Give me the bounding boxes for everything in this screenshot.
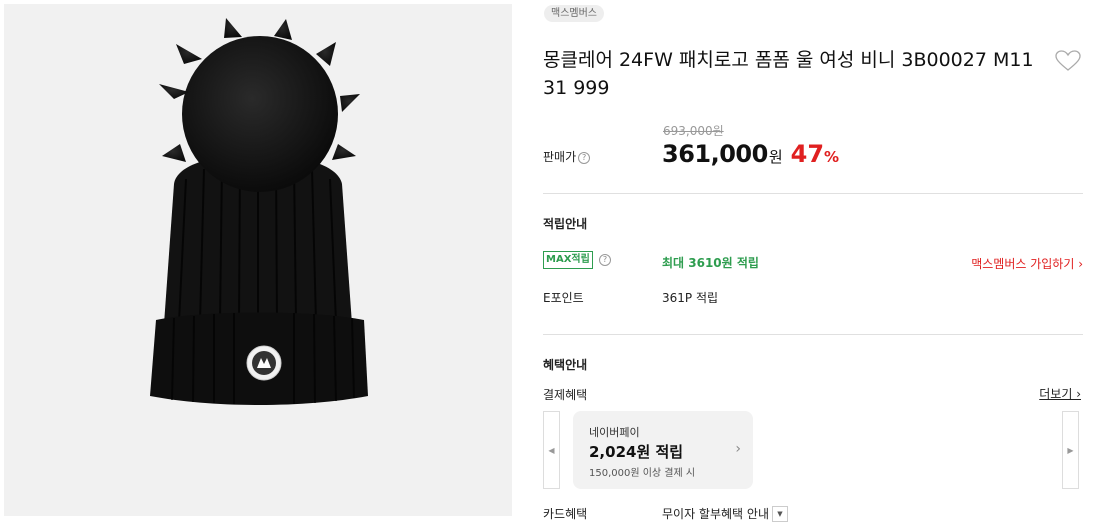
member-tag: 맥스멤버스 — [544, 5, 604, 22]
divider — [543, 334, 1083, 335]
product-image — [4, 4, 512, 516]
chevron-right-icon: › — [735, 441, 741, 457]
price-help-icon[interactable]: ? — [578, 152, 591, 164]
product-info: 맥스멤버스 몽클레어 24FW 패치로고 폼폼 울 여성 비니 3B00027 … — [543, 0, 1083, 526]
card-benefit-label: 카드혜택 — [543, 507, 588, 521]
membership-signup-link[interactable]: 맥스멤버스 가입하기 › — [971, 255, 1083, 272]
price-label: 판매가? — [543, 148, 591, 165]
card-benefit-select[interactable]: 무이자 할부혜택 안내 ▼ — [662, 503, 788, 522]
benefits-heading: 혜택안내 — [543, 358, 588, 372]
sale-price-amount: 361,000 — [662, 140, 768, 168]
card-amount: 2,024원 적립 — [589, 443, 684, 461]
sale-price-unit: 원 — [768, 148, 783, 166]
benefit-card[interactable]: 네이버페이 2,024원 적립 150,000원 이상 결제 시 › — [573, 411, 753, 489]
discount-unit: % — [824, 148, 840, 166]
price-label-text: 판매가 — [543, 150, 577, 164]
discount-rate: 47 — [790, 140, 825, 168]
prev-arrow-button[interactable]: ◀ — [543, 411, 560, 489]
card-condition: 150,000원 이상 결제 시 — [589, 468, 696, 479]
payment-benefit-label: 결제혜택 — [543, 388, 588, 402]
max-reward-text: 최대 3610원 적립 — [662, 256, 759, 270]
epoint-label: E포인트 — [543, 291, 584, 305]
card-provider: 네이버페이 — [589, 426, 640, 439]
max-reward-badge: MAX적립 — [543, 251, 593, 269]
heart-outline-icon — [1055, 50, 1081, 71]
max-help-icon[interactable]: ? — [599, 254, 611, 266]
epoint-value: 361P 적립 — [662, 291, 719, 305]
wish-button[interactable] — [1055, 50, 1081, 72]
product-title: 몽클레어 24FW 패치로고 폼폼 울 여성 비니 3B00027 M1131 … — [543, 49, 1034, 99]
next-arrow-button[interactable]: ▶ — [1062, 411, 1079, 489]
card-benefit-value: 무이자 할부혜택 안내 — [662, 507, 769, 521]
sale-price: 361,000원 47% — [662, 140, 839, 168]
rewards-heading: 적립안내 — [543, 217, 588, 231]
beanie-image — [150, 18, 368, 405]
divider — [543, 193, 1083, 194]
original-price: 693,000원 — [663, 124, 724, 138]
more-link[interactable]: 더보기 › — [1039, 385, 1081, 402]
chevron-down-icon: ▼ — [772, 505, 788, 522]
